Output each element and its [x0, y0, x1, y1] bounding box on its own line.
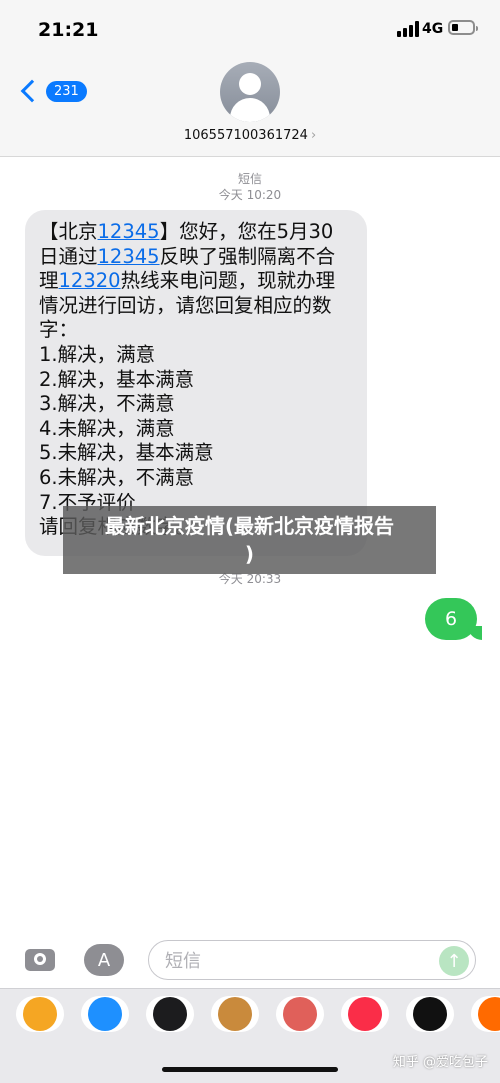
- outgoing-message-bubble: 6: [425, 598, 482, 640]
- conversation-header: 21:21 4G 231 106557100361724 ›: [0, 0, 500, 157]
- message-text: 2.解决，基本满意: [39, 367, 195, 391]
- message-text: 热线来电问题，现就办理: [120, 269, 336, 293]
- activity-icon: [153, 997, 187, 1031]
- more-apps-icon: [478, 997, 500, 1031]
- message-text: 5.未解决，基本满意: [39, 441, 214, 465]
- status-time: 21:21: [38, 19, 99, 41]
- app-memoji[interactable]: [211, 996, 259, 1032]
- message-line: 2.解决，基本满意: [39, 368, 367, 393]
- message-line: 3.解决，不满意: [39, 392, 367, 417]
- message-line: 6.未解决，不满意: [39, 466, 367, 491]
- app-digital-touch[interactable]: [406, 996, 454, 1032]
- outgoing-message-text: 6: [444, 608, 458, 630]
- camera-icon: [25, 949, 55, 971]
- app-app-store[interactable]: [81, 996, 129, 1032]
- message-line: 情况进行回访，请您回复相应的数: [39, 294, 367, 319]
- photos-icon: [23, 997, 57, 1031]
- home-indicator[interactable]: [162, 1067, 338, 1072]
- message-line: 4.未解决，满意: [39, 417, 367, 442]
- app-activity[interactable]: [146, 996, 194, 1032]
- message-line: 【北京12345】您好，您在5月30: [39, 220, 367, 245]
- digital-touch-icon: [413, 997, 447, 1031]
- send-button[interactable]: ↑: [439, 946, 469, 976]
- message-line: 1.解决，满意: [39, 343, 367, 368]
- app-store-icon: A: [84, 944, 124, 976]
- app-store-icon: [88, 997, 122, 1031]
- network-type: 4G: [422, 21, 444, 37]
- message-text: 1.解决，满意: [39, 342, 156, 366]
- message-text: 情况进行回访，请您回复相应的数: [39, 293, 332, 317]
- contact-number: 106557100361724: [183, 128, 308, 143]
- contact-name[interactable]: 106557100361724 ›: [0, 128, 500, 143]
- unread-count-badge: 231: [46, 80, 87, 102]
- memoji-icon: [218, 997, 252, 1031]
- imessage-app-drawer: 知乎 @爱吃包子: [0, 988, 500, 1083]
- app-music[interactable]: [341, 996, 389, 1032]
- message-text: 】您好，您在5月30: [159, 220, 334, 243]
- app-photos[interactable]: [16, 996, 64, 1032]
- apps-button[interactable]: A: [84, 944, 124, 976]
- message-text: 字：: [39, 318, 79, 342]
- app-more-apps[interactable]: [471, 996, 500, 1032]
- arrow-up-icon: ↑: [446, 950, 462, 972]
- message-line: 日通过12345反映了强制隔离不合: [39, 245, 367, 270]
- message-text: 【北京: [39, 220, 98, 243]
- battery-icon: [448, 20, 478, 35]
- watermark: 知乎 @爱吃包子: [392, 1055, 488, 1070]
- message-type-label: 短信: [237, 172, 262, 186]
- signal-icon: [397, 21, 419, 37]
- message-line: 5.未解决，基本满意: [39, 441, 367, 466]
- animoji-icon: [283, 997, 317, 1031]
- message-text: 日通过: [39, 244, 98, 268]
- camera-button[interactable]: [20, 944, 60, 976]
- chevron-right-icon: ›: [310, 128, 317, 143]
- message-line: 字：: [39, 318, 367, 343]
- message-text: 理: [39, 269, 59, 293]
- chevron-left-icon: [20, 79, 44, 103]
- phone-number-link[interactable]: 12320: [59, 269, 121, 292]
- message-input-placeholder: 短信: [165, 951, 201, 972]
- message-input[interactable]: 短信 ↑: [148, 940, 476, 980]
- incoming-message-bubble: 【北京12345】您好，您在5月30 日通过12345反映了强制隔离不合 理1232…: [25, 210, 367, 556]
- overlay-caption-line2: ): [244, 542, 255, 566]
- message-text: 3.解决，不满意: [39, 392, 175, 416]
- contact-avatar[interactable]: [220, 62, 280, 122]
- message-text: 6.未解决，不满意: [39, 465, 195, 489]
- back-button[interactable]: 231: [18, 76, 87, 106]
- message-timestamp: 今天 10:20: [218, 188, 282, 202]
- message-text: 4.未解决，满意: [39, 416, 175, 440]
- overlay-caption-line1: 最新北京疫情(最新北京疫情报告: [104, 514, 395, 538]
- message-text: 反映了强制隔离不合: [159, 244, 336, 268]
- message-line: 理12320热线来电问题，现就办理: [39, 269, 367, 294]
- message-input-bar: A 短信 ↑: [0, 932, 500, 990]
- overlay-caption: 最新北京疫情(最新北京疫情报告 ): [63, 506, 436, 574]
- phone-number-link[interactable]: 12345: [98, 245, 160, 268]
- app-animoji[interactable]: [276, 996, 324, 1032]
- phone-number-link[interactable]: 12345: [98, 220, 160, 243]
- music-icon: [348, 997, 382, 1031]
